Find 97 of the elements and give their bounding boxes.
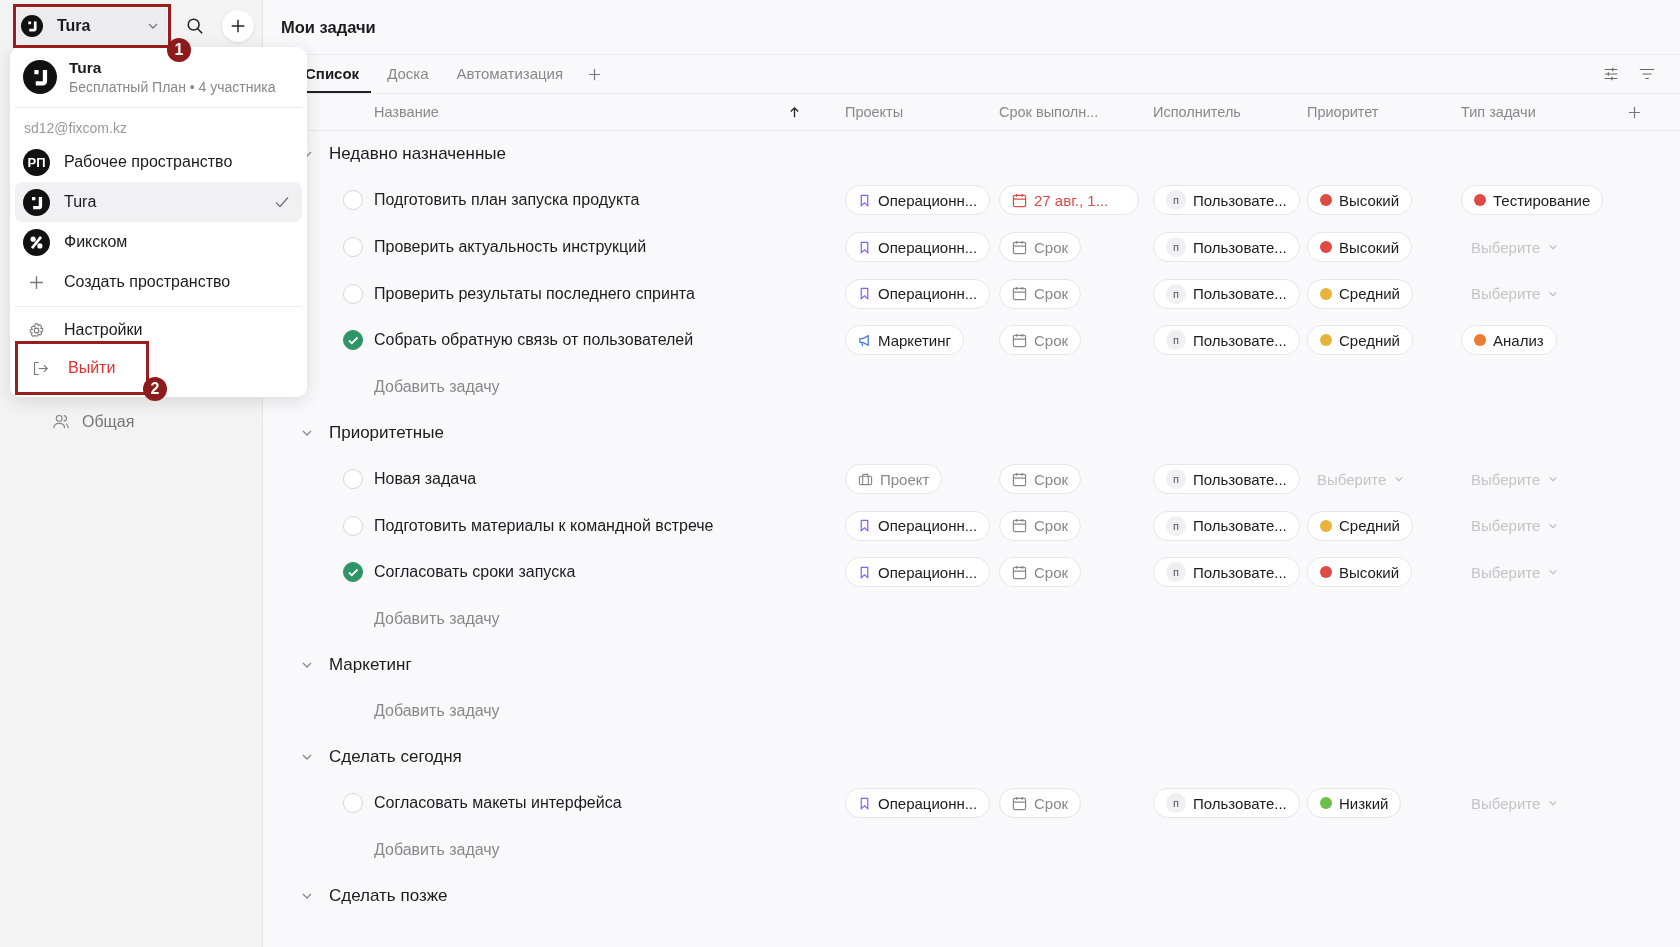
assignee-chip[interactable]: п Пользовате... — [1153, 510, 1300, 541]
add-column-button[interactable] — [1627, 104, 1642, 120]
priority-chip[interactable]: Низкий — [1307, 788, 1402, 819]
task-title[interactable]: Новая задача — [374, 470, 845, 489]
project-chip[interactable]: Операционн... — [845, 278, 991, 309]
column-header[interactable]: Срок выполн... — [999, 104, 1153, 120]
view-tab[interactable]: Список — [293, 55, 372, 93]
calendar-icon — [1012, 795, 1027, 811]
priority-chip[interactable]: Средний — [1307, 278, 1413, 309]
account-email: sd12@fixcom.kz — [23, 119, 128, 138]
bookmark-icon — [858, 796, 871, 810]
workspace-item[interactable]: РП Рабочее пространство — [15, 142, 302, 182]
calendar-icon — [1012, 564, 1027, 580]
settings-icon — [28, 321, 45, 339]
logout-item[interactable]: Выйти — [23, 349, 141, 387]
bookmark-icon — [858, 193, 871, 207]
task-type-chip[interactable]: Тестирование — [1461, 185, 1604, 216]
workspace-name: Tura — [69, 59, 103, 77]
annotation-badge: 1 — [167, 38, 191, 62]
task-checkbox[interactable] — [343, 330, 363, 351]
group-title: Приоритетные — [329, 422, 444, 443]
due-date-chip[interactable]: Срок — [999, 557, 1082, 588]
group-title: Сделать сегодня — [329, 746, 462, 767]
priority-chip[interactable]: Высокий — [1307, 232, 1413, 263]
priority-chip[interactable]: Высокий — [1307, 557, 1413, 588]
task-title[interactable]: Проверить актуальность инструкций — [374, 238, 845, 257]
calendar-icon — [1012, 286, 1027, 302]
project-chip[interactable]: Операционн... — [845, 788, 991, 819]
workspace-plan: Бесплатный План • 4 участника — [69, 79, 276, 95]
priority-chip[interactable]: Высокий — [1307, 185, 1413, 216]
task-title[interactable]: Согласовать сроки запуска — [374, 563, 845, 582]
settings-item[interactable]: Настройки — [15, 311, 302, 349]
calendar-icon — [1012, 332, 1027, 348]
briefcase-icon — [858, 471, 873, 487]
task-title[interactable]: Проверить результаты последнего спринта — [374, 284, 845, 303]
calendar-icon — [1012, 192, 1027, 208]
task-title[interactable]: Согласовать макеты интерфейса — [374, 794, 845, 813]
bookmark-icon — [858, 565, 871, 579]
workspace-avatar: РП — [23, 148, 50, 176]
priority-chip[interactable]: Средний — [1307, 510, 1413, 541]
group-title: Сделать позже — [329, 885, 448, 906]
project-chip[interactable]: Операционн... — [845, 557, 991, 588]
workspace-item[interactable]: Tura — [15, 182, 302, 222]
due-date-chip[interactable]: Срок — [999, 278, 1082, 309]
priority-chip[interactable]: Средний — [1307, 325, 1413, 356]
sidebar-item[interactable]: Общая — [52, 407, 262, 437]
assignee-chip[interactable]: п Пользовате... — [1153, 788, 1300, 819]
annotation-badge: 2 — [143, 377, 167, 401]
assignee-chip[interactable]: п Пользовате... — [1153, 325, 1300, 356]
project-chip[interactable]: Операционн... — [845, 232, 991, 263]
group-title: Недавно назначенные — [329, 144, 506, 164]
task-title[interactable]: Подготовить план запуска продукта — [374, 191, 845, 210]
assignee-chip[interactable]: п Пользовате... — [1153, 232, 1300, 263]
bookmark-icon — [858, 240, 871, 254]
group-title: Маркетинг — [329, 654, 412, 675]
create-workspace-item[interactable]: Создать пространство — [15, 262, 302, 302]
assignee-chip[interactable]: п Пользовате... — [1153, 278, 1300, 309]
task-type-chip[interactable]: Анализ — [1461, 325, 1557, 356]
people-icon — [52, 413, 70, 431]
search-icon — [185, 17, 204, 35]
project-chip[interactable]: Маркетинг — [845, 325, 964, 356]
assignee-chip[interactable]: п Пользовате... — [1153, 464, 1300, 495]
logo-icon — [23, 188, 50, 216]
due-date-chip[interactable]: Срок — [999, 325, 1082, 356]
due-date-chip[interactable]: Срок — [999, 510, 1082, 541]
calendar-icon — [1012, 239, 1027, 255]
project-chip[interactable]: Операционн... — [845, 510, 991, 541]
logo-icon — [21, 15, 43, 37]
due-date-chip[interactable]: Срок — [999, 232, 1082, 263]
workspace-item[interactable]: Фикском — [15, 222, 302, 262]
due-date-chip[interactable]: Срок — [999, 464, 1082, 495]
plus-icon — [28, 273, 45, 291]
plus-icon — [1627, 104, 1642, 120]
sort-arrow-icon[interactable] — [788, 105, 801, 119]
assignee-chip[interactable]: п Пользовате... — [1153, 185, 1300, 216]
task-checkbox[interactable] — [343, 562, 363, 583]
task-title[interactable]: Подготовить материалы к командной встрече — [374, 516, 845, 535]
logo-icon — [23, 228, 50, 256]
settings-sliders-button[interactable] — [1602, 65, 1620, 83]
due-date-chip[interactable]: Срок — [999, 788, 1082, 819]
add-button[interactable] — [222, 10, 254, 42]
checkmark-icon — [274, 194, 290, 210]
project-chip[interactable]: Операционн... — [845, 185, 991, 216]
megaphone-icon — [858, 333, 871, 347]
calendar-icon — [1012, 518, 1027, 534]
task-title[interactable]: Собрать обратную связь от пользователей — [374, 331, 845, 350]
project-chip[interactable]: Проект — [845, 464, 943, 495]
sliders-icon — [1602, 65, 1620, 83]
bookmark-icon — [858, 519, 871, 533]
calendar-icon — [1012, 471, 1027, 487]
bookmark-icon — [858, 287, 871, 301]
page-title: Мои задачи — [281, 17, 376, 37]
logo-icon — [23, 60, 57, 94]
logout-icon — [32, 359, 49, 377]
assignee-chip[interactable]: п Пользовате... — [1153, 557, 1300, 588]
due-date-chip[interactable]: 27 авг., 1... — [999, 185, 1140, 216]
plus-icon — [587, 66, 603, 82]
